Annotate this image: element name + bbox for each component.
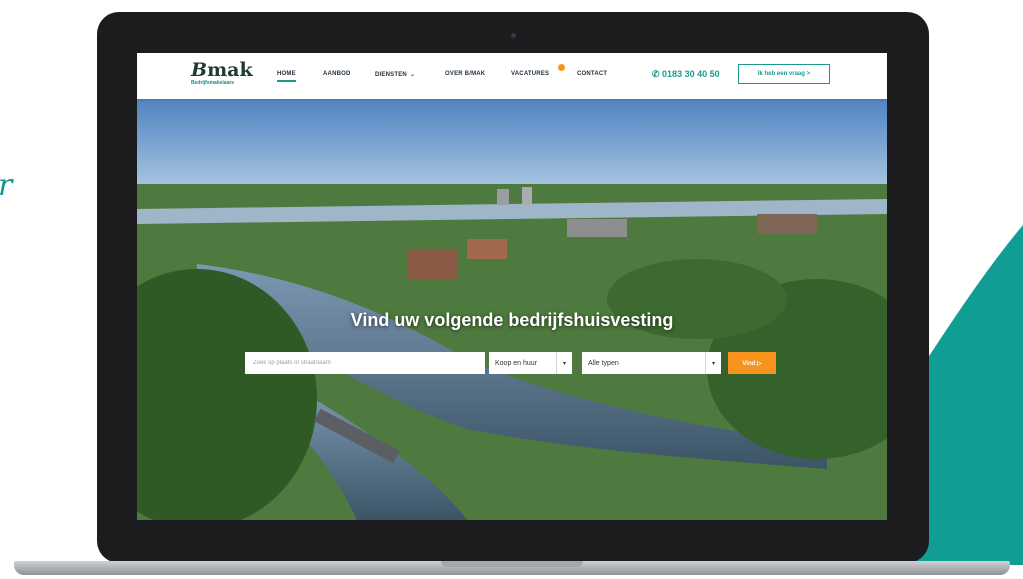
site-navbar: Bmak Bedrijfsmakelaars HOME AANBOD DIENS… — [137, 53, 887, 99]
notification-dot — [558, 64, 565, 71]
phone-link[interactable]: ✆ 0183 30 40 50 — [652, 69, 720, 80]
nav-aanbod[interactable]: AANBOD — [323, 71, 351, 77]
camera — [511, 33, 516, 38]
nav-over-bmak[interactable]: OVER B/MAK — [445, 71, 485, 77]
chevron-down-icon: ⌄ — [409, 72, 416, 78]
location-search-input[interactable] — [245, 352, 485, 374]
laptop-notch — [441, 561, 583, 567]
bmak-logo[interactable]: Bmak Bedrijfsmakelaars — [191, 60, 253, 86]
nav-home[interactable]: HOME — [277, 71, 296, 82]
find-button[interactable]: Vind ▷ — [728, 352, 776, 374]
handwritten-letter: r — [0, 168, 12, 203]
hero-headline: Vind uw volgende bedrijfshuisvesting — [350, 310, 674, 330]
property-type-select[interactable]: Alle typen ▾ — [582, 352, 721, 374]
nav-diensten[interactable]: DIENSTEN ⌄ — [375, 71, 415, 78]
browser-screen: Bmak Bedrijfsmakelaars HOME AANBOD DIENS… — [137, 53, 887, 520]
question-button[interactable]: Ik heb een vraag > — [738, 64, 830, 84]
dropdown-arrow-icon: ▾ — [705, 352, 721, 374]
phone-icon: ✆ — [652, 69, 663, 79]
transaction-type-select[interactable]: Koop en huur ▾ — [489, 352, 572, 374]
dropdown-arrow-icon: ▾ — [556, 352, 572, 374]
nav-vacatures[interactable]: VACATURES — [511, 71, 549, 77]
nav-contact[interactable]: CONTACT — [577, 71, 607, 77]
